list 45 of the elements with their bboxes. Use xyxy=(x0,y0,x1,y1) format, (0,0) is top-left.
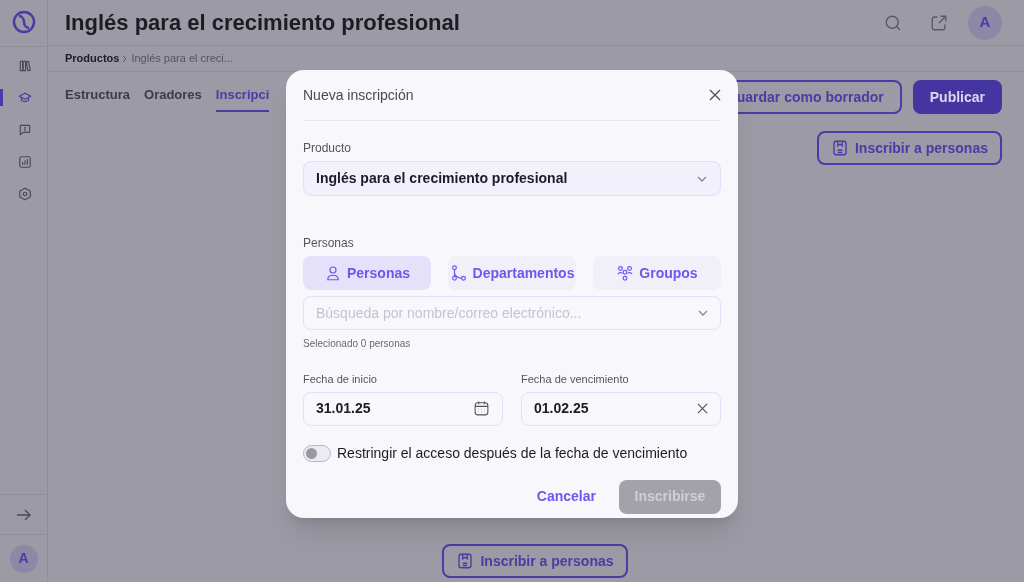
arrow-right-icon[interactable] xyxy=(15,507,32,522)
field-label: Fecha de vencimiento xyxy=(521,372,630,387)
toggle-label: Restringir el acceso después de la fecha de vencimiento xyxy=(337,443,688,463)
field-label: Producto xyxy=(303,140,353,157)
page-title: Inglés para el crecimiento profesional xyxy=(65,9,460,37)
mode-tab[interactable]: Groupos xyxy=(593,256,721,290)
message-alert-icon xyxy=(18,122,32,137)
breadcrumb-item[interactable]: Productos xyxy=(65,50,120,67)
close-icon[interactable] xyxy=(709,89,721,101)
group-icon xyxy=(616,264,635,282)
chevron-down-icon xyxy=(697,309,709,317)
books-icon xyxy=(18,58,32,73)
mode-tab[interactable]: Departamentos xyxy=(448,256,576,290)
dialog-title: Nueva inscripción xyxy=(303,85,414,105)
field-label: Personas xyxy=(303,235,355,252)
settings-icon xyxy=(18,186,32,201)
cancel-button[interactable]: Cancelar xyxy=(536,486,596,507)
selection-hint: Selecionado 0 personas xyxy=(303,337,412,351)
avatar[interactable]: A xyxy=(968,5,1002,40)
hierarchy-icon xyxy=(449,264,468,282)
enroll-button[interactable]: Inscribir a personas xyxy=(816,131,1002,165)
tab[interactable]: Inscripci xyxy=(215,80,270,112)
tab[interactable]: Estructura xyxy=(65,80,131,112)
breadcrumb-item: Inglés para el creci... xyxy=(131,51,233,67)
tab[interactable]: Oradores xyxy=(144,80,202,112)
field-label: Fecha de inicio xyxy=(303,372,378,387)
graduation-cap-icon xyxy=(18,90,32,105)
logo-icon xyxy=(11,10,36,34)
publish-button[interactable]: Publicar xyxy=(912,80,1002,114)
chevron-down-icon xyxy=(696,174,708,183)
date-field[interactable]: 01.02.25 xyxy=(521,391,721,426)
search-icon[interactable] xyxy=(884,13,902,32)
external-link-icon[interactable] xyxy=(930,13,948,32)
calendar-icon[interactable] xyxy=(473,400,490,417)
bookmark-icon xyxy=(456,552,475,570)
bookmark-icon xyxy=(830,139,849,157)
clear-icon[interactable] xyxy=(697,403,708,414)
chevron-right-icon xyxy=(122,54,129,63)
date-field[interactable]: 31.01.25 xyxy=(303,391,503,426)
chart-icon xyxy=(18,154,32,169)
avatar[interactable]: A xyxy=(9,544,38,573)
mode-tab[interactable]: Personas xyxy=(303,256,431,290)
product-select[interactable]: Inglés para el crecimiento profesional xyxy=(303,161,721,196)
enroll-button[interactable]: Inscribir a personas xyxy=(442,544,628,578)
toggle-switch[interactable] xyxy=(303,444,331,462)
